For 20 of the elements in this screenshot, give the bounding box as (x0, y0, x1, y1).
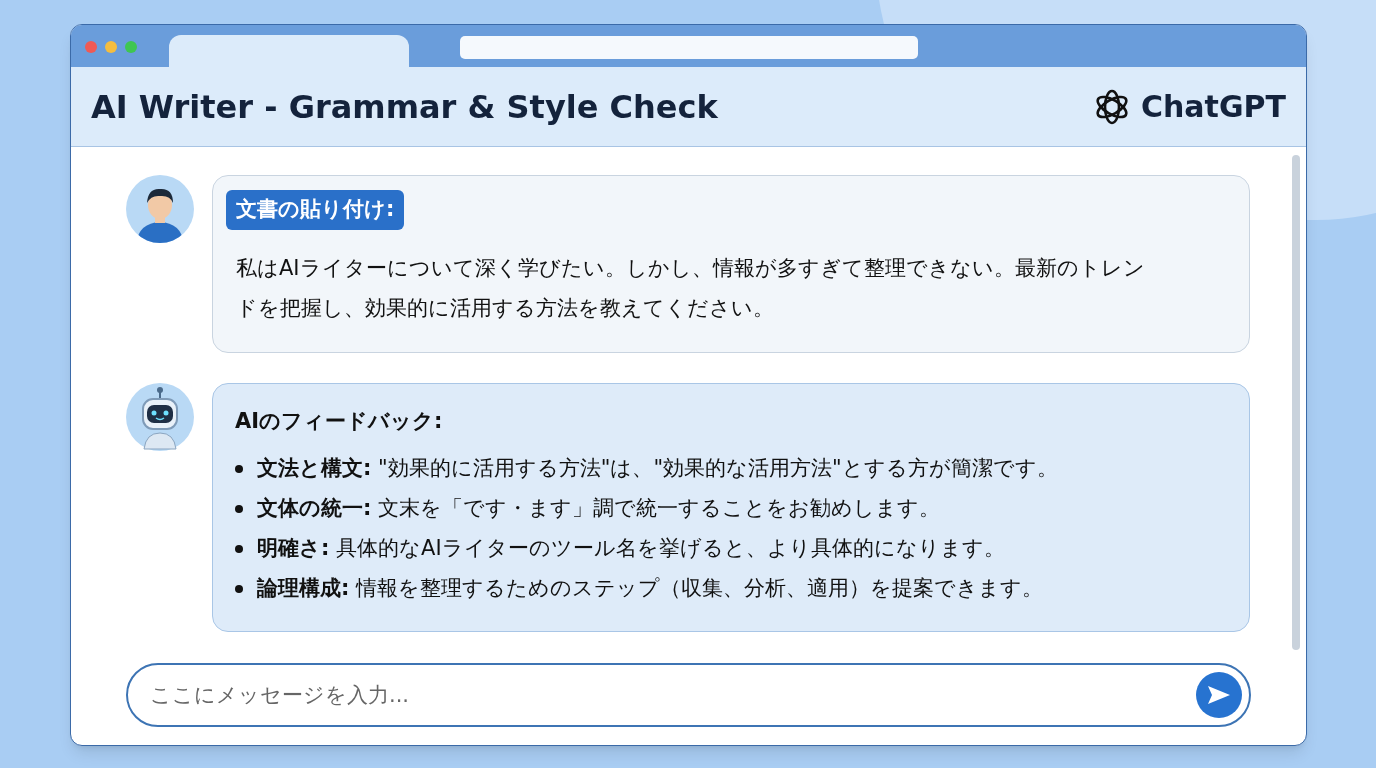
address-bar[interactable] (460, 36, 918, 59)
message-text: 私はAIライターについて深く学びたい。しかし、情報が多すぎて整理できない。最新のトレンドを把握し、効果的に活用する方法を教えてください。 (235, 254, 1146, 322)
message-label: 文書の貼り付け: (226, 190, 405, 230)
feedback-item: 文法と構文: "効果的に活用する方法"は、"効果的な活用方法"とする方が簡潔です。 (257, 455, 1058, 483)
window-title: AI Writer - Grammar & Style Check (91, 86, 718, 128)
bullet-icon (235, 545, 243, 553)
send-icon (1207, 685, 1231, 705)
bullet-icon (235, 465, 243, 473)
bullet-icon (235, 585, 243, 593)
feedback-item: 論理構成: 情報を整理するためのステップ（収集、分析、適用）を提案できます。 (257, 575, 1044, 603)
browser-tab[interactable] (169, 35, 409, 67)
brand-name: ChatGPT (1140, 88, 1286, 126)
scrollbar[interactable] (1292, 155, 1300, 650)
robot-avatar (126, 382, 194, 451)
feedback-item: 明確さ: 具体的なAIライターのツール名を挙げると、より具体的になります。 (257, 535, 1005, 563)
feedback-item: 文体の統一: 文末を「です・ます」調で統一することをお勧めします。 (257, 495, 941, 523)
message-input[interactable]: ここにメッセージを入力... (126, 663, 1251, 727)
bullet-icon (235, 505, 243, 513)
user-avatar (126, 175, 194, 243)
feedback-heading: AIのフィードバック: (235, 407, 444, 435)
